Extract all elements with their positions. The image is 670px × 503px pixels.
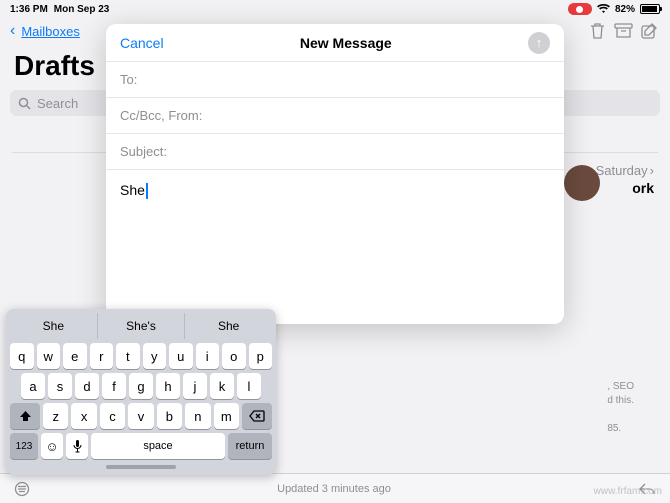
- avatar: [564, 165, 600, 201]
- key-q[interactable]: q: [10, 343, 34, 369]
- key-n[interactable]: n: [185, 403, 210, 429]
- compose-icon[interactable]: [638, 20, 660, 42]
- key-b[interactable]: b: [157, 403, 182, 429]
- cancel-button[interactable]: Cancel: [120, 35, 164, 51]
- floating-keyboard: She She's She qwertyuiop asdfghjkl zxcvb…: [6, 309, 276, 475]
- archive-icon[interactable]: [612, 20, 634, 42]
- key-row-2: asdfghjkl: [10, 373, 272, 399]
- to-field[interactable]: To:: [106, 62, 564, 98]
- key-t[interactable]: t: [116, 343, 140, 369]
- text-cursor: [146, 183, 148, 199]
- keyboard-handle[interactable]: [106, 465, 176, 469]
- search-placeholder: Search: [37, 96, 78, 111]
- key-m[interactable]: m: [214, 403, 239, 429]
- key-y[interactable]: y: [143, 343, 167, 369]
- filter-icon[interactable]: [14, 481, 30, 497]
- send-button[interactable]: ↑: [528, 32, 550, 54]
- battery-percent: 82%: [615, 4, 635, 15]
- key-r[interactable]: r: [90, 343, 114, 369]
- suggestion[interactable]: She's: [98, 313, 186, 339]
- key-s[interactable]: s: [48, 373, 72, 399]
- status-time: 1:36 PM: [10, 4, 48, 15]
- key-f[interactable]: f: [102, 373, 126, 399]
- subject-field[interactable]: Subject:: [106, 134, 564, 170]
- battery-icon: [640, 4, 660, 14]
- status-date: Mon Sep 23: [54, 4, 110, 15]
- emoji-key[interactable]: ☺: [41, 433, 63, 459]
- key-e[interactable]: e: [63, 343, 87, 369]
- suggestion[interactable]: She: [10, 313, 98, 339]
- key-p[interactable]: p: [249, 343, 273, 369]
- key-h[interactable]: h: [156, 373, 180, 399]
- numbers-key[interactable]: 123: [10, 433, 38, 459]
- space-key[interactable]: space: [91, 433, 225, 459]
- search-icon: [18, 97, 31, 110]
- suggestion[interactable]: She: [185, 313, 272, 339]
- message-body[interactable]: She: [106, 170, 564, 211]
- screen-record-indicator[interactable]: [568, 3, 592, 15]
- back-link[interactable]: Mailboxes: [21, 24, 80, 39]
- modal-title: New Message: [300, 35, 392, 51]
- key-k[interactable]: k: [210, 373, 234, 399]
- key-row-3: zxcvbnm: [10, 403, 272, 429]
- wifi-icon: [597, 4, 610, 14]
- shift-key[interactable]: [10, 403, 40, 429]
- key-w[interactable]: w: [37, 343, 61, 369]
- status-bar: 1:36 PM Mon Sep 23 82%: [0, 0, 670, 18]
- chevron-right-icon: ›: [650, 163, 654, 178]
- key-row-4: 123 ☺ space return: [10, 433, 272, 459]
- dictation-key[interactable]: [66, 433, 88, 459]
- back-chevron-icon[interactable]: ‹: [10, 22, 15, 40]
- truncated-content: , SEOd this.85.: [607, 380, 634, 436]
- key-l[interactable]: l: [237, 373, 261, 399]
- footer-status: Updated 3 minutes ago: [277, 483, 391, 495]
- key-z[interactable]: z: [43, 403, 68, 429]
- return-key[interactable]: return: [228, 433, 272, 459]
- watermark: www.frfam.com: [594, 486, 662, 497]
- key-g[interactable]: g: [129, 373, 153, 399]
- key-x[interactable]: x: [71, 403, 96, 429]
- key-v[interactable]: v: [128, 403, 153, 429]
- key-j[interactable]: j: [183, 373, 207, 399]
- key-o[interactable]: o: [222, 343, 246, 369]
- key-d[interactable]: d: [75, 373, 99, 399]
- footer-bar: Updated 3 minutes ago: [0, 473, 670, 503]
- key-row-1: qwertyuiop: [10, 343, 272, 369]
- trash-icon[interactable]: [586, 20, 608, 42]
- suggestion-bar: She She's She: [10, 313, 272, 339]
- key-i[interactable]: i: [196, 343, 220, 369]
- compose-modal: Cancel New Message ↑ To: Cc/Bcc, From: S…: [106, 24, 564, 324]
- key-c[interactable]: c: [100, 403, 125, 429]
- key-u[interactable]: u: [169, 343, 193, 369]
- key-a[interactable]: a: [21, 373, 45, 399]
- delete-key[interactable]: [242, 403, 272, 429]
- cc-bcc-field[interactable]: Cc/Bcc, From:: [106, 98, 564, 134]
